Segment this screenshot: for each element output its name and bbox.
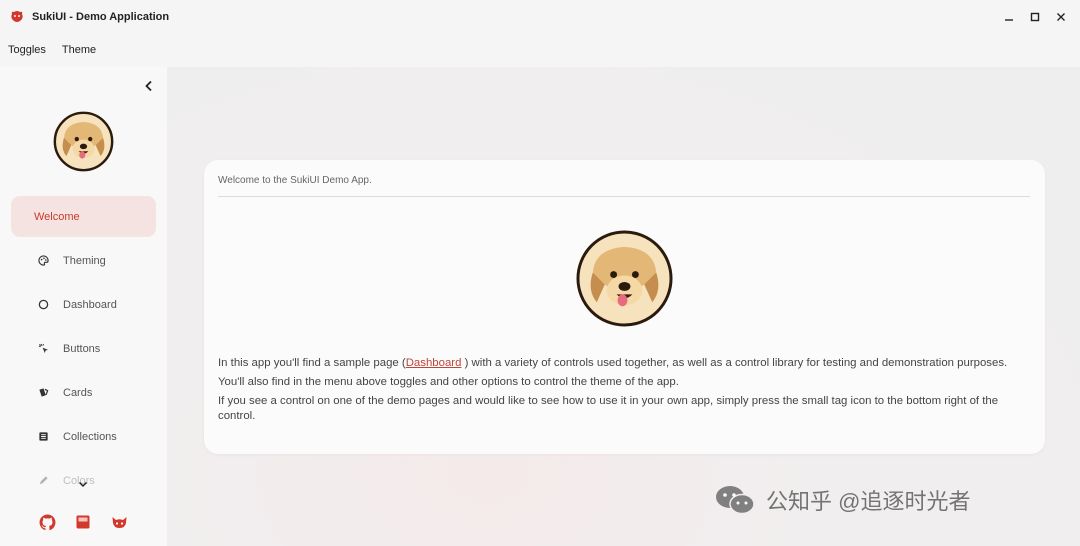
sidebar-item-theming[interactable]: Theming [11, 240, 156, 281]
window-title: SukiUI - Demo Application [32, 10, 170, 23]
maximize-button[interactable] [1022, 0, 1048, 33]
sidebar-item-cards[interactable]: Cards [11, 372, 156, 413]
sidebar-item-label: Dashboard [63, 298, 117, 311]
chevron-down-icon[interactable] [77, 478, 89, 490]
card-body: In this app you'll find a sample page (D… [218, 356, 1038, 428]
minimize-button[interactable] [996, 0, 1022, 33]
menu-bar: Toggles Theme [0, 33, 1080, 67]
close-icon [1057, 12, 1065, 21]
list-icon [37, 431, 49, 443]
sidebar-item-welcome[interactable]: Welcome [11, 196, 156, 237]
chevron-left-icon [145, 80, 152, 92]
sidebar-collapse-button[interactable] [141, 78, 157, 94]
circle-icon [37, 299, 49, 311]
sidebar-item-label: Cards [63, 386, 93, 399]
watermark-text: 公知乎 @追逐时光者 [766, 489, 971, 514]
cursor-click-icon [37, 343, 49, 355]
sidebar-item-dashboard[interactable]: Dashboard [11, 284, 156, 325]
intro-paragraph: In this app you'll find a sample page (D… [218, 356, 1038, 371]
maximize-icon [1030, 12, 1040, 21]
intro-text: In this app you'll find a sample page ( [218, 357, 406, 369]
dog-logo [576, 230, 673, 327]
wechat-icon [716, 486, 755, 515]
card-header: Welcome to the SukiUI Demo App. [218, 175, 1030, 197]
title-bar: SukiUI - Demo Application [0, 0, 1080, 33]
sidebar-footer [38, 513, 128, 531]
sidebar-nav: Welcome Theming Dashboard Buttons Cards [11, 196, 156, 504]
cards-icon [37, 387, 49, 399]
sidebar-item-label: Buttons [63, 342, 101, 355]
book-icon[interactable] [74, 513, 92, 531]
sidebar-item-label: Collections [63, 430, 117, 443]
close-button[interactable] [1048, 0, 1074, 33]
sidebar: Welcome Theming Dashboard Buttons Cards [0, 67, 167, 546]
sidebar-item-buttons[interactable]: Buttons [11, 328, 156, 369]
menu-paragraph: You'll also find in the menu above toggl… [218, 376, 679, 388]
sidebar-item-label: Theming [63, 254, 106, 267]
tag-paragraph: If you see a control on one of the demo … [218, 395, 999, 422]
sidebar-item-label: Welcome [34, 210, 80, 223]
dog-avatar [53, 111, 114, 172]
github-icon[interactable] [38, 513, 56, 531]
welcome-card: Welcome to the SukiUI Demo App. In this … [204, 160, 1045, 454]
pencil-icon [37, 475, 49, 487]
intro-text-cont: ) with a variety of controls used togeth… [461, 357, 1008, 369]
main-content: Welcome to the SukiUI Demo App. In this … [167, 67, 1080, 546]
app-logo-icon [11, 10, 23, 22]
menu-toggles[interactable]: Toggles [0, 44, 54, 56]
dashboard-link[interactable]: Dashboard [406, 357, 462, 369]
cat-icon[interactable] [110, 513, 128, 531]
watermark: 公知乎 @追逐时光者 [714, 484, 970, 516]
menu-theme[interactable]: Theme [54, 44, 104, 56]
palette-icon [37, 255, 49, 267]
sidebar-item-collections[interactable]: Collections [11, 416, 156, 457]
window-controls [996, 0, 1080, 33]
minimize-icon [1005, 18, 1013, 21]
